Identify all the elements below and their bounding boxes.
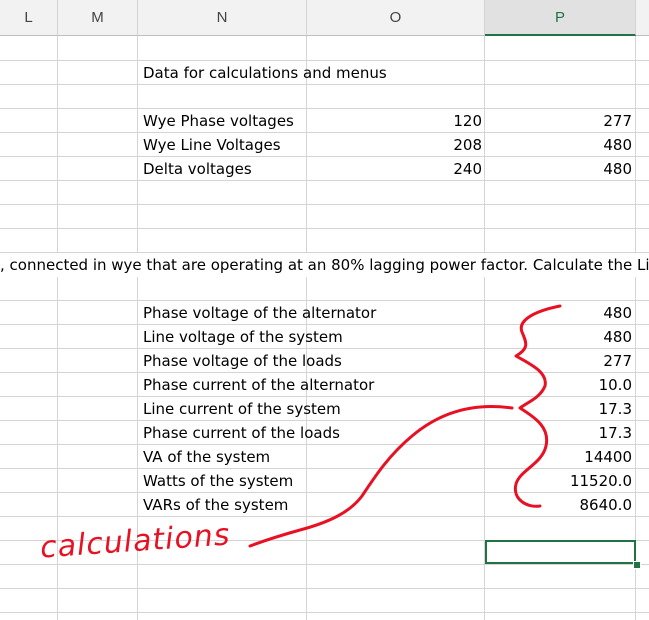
arrow-ink-stroke (248, 404, 514, 548)
spreadsheet-grid[interactable]: L M N O P Data for calculations and menu… (0, 0, 649, 620)
brace-ink-stroke (513, 304, 562, 508)
